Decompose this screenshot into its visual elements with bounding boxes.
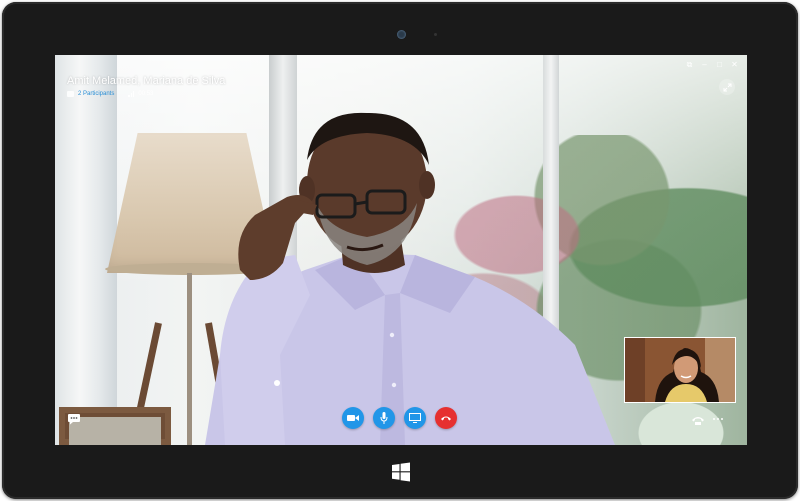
close-icon[interactable]: ✕ — [730, 60, 739, 69]
mute-button[interactable] — [373, 407, 395, 429]
light-sensor — [434, 33, 437, 36]
expand-icon — [723, 83, 731, 91]
fullscreen-button[interactable] — [719, 79, 735, 95]
participants-icon — [67, 90, 74, 97]
video-button[interactable] — [342, 407, 364, 429]
participants-link[interactable]: 2 Participants — [78, 91, 114, 97]
maximize-icon[interactable]: □ — [715, 60, 724, 69]
dialpad-icon[interactable] — [691, 414, 705, 426]
call-screen: Amit Melamed, Mariana de Silva 2 Partici… — [55, 55, 747, 445]
video-camera-icon — [347, 415, 359, 421]
more-options-icon[interactable] — [713, 418, 723, 420]
front-camera — [397, 30, 406, 39]
microphone-icon — [380, 412, 388, 424]
share-screen-button[interactable] — [404, 407, 426, 429]
window-controls: ⧉ – □ ✕ — [685, 60, 739, 69]
signal-strength-icon — [128, 90, 135, 97]
end-call-button[interactable] — [435, 407, 457, 429]
call-controls — [342, 407, 457, 429]
chat-icon[interactable] — [67, 412, 81, 426]
call-title: Amit Melamed, Mariana de Silva — [67, 75, 226, 87]
call-duration: 00:53 — [138, 90, 154, 97]
restore-icon[interactable]: ⧉ — [685, 60, 694, 69]
hang-up-icon — [441, 416, 451, 421]
windows-logo-icon[interactable] — [391, 462, 411, 482]
minimize-icon[interactable]: – — [700, 60, 709, 69]
self-view-video — [624, 337, 736, 403]
call-info-row: 2 Participants 00:53 — [67, 88, 153, 99]
screen-share-icon — [409, 413, 421, 423]
